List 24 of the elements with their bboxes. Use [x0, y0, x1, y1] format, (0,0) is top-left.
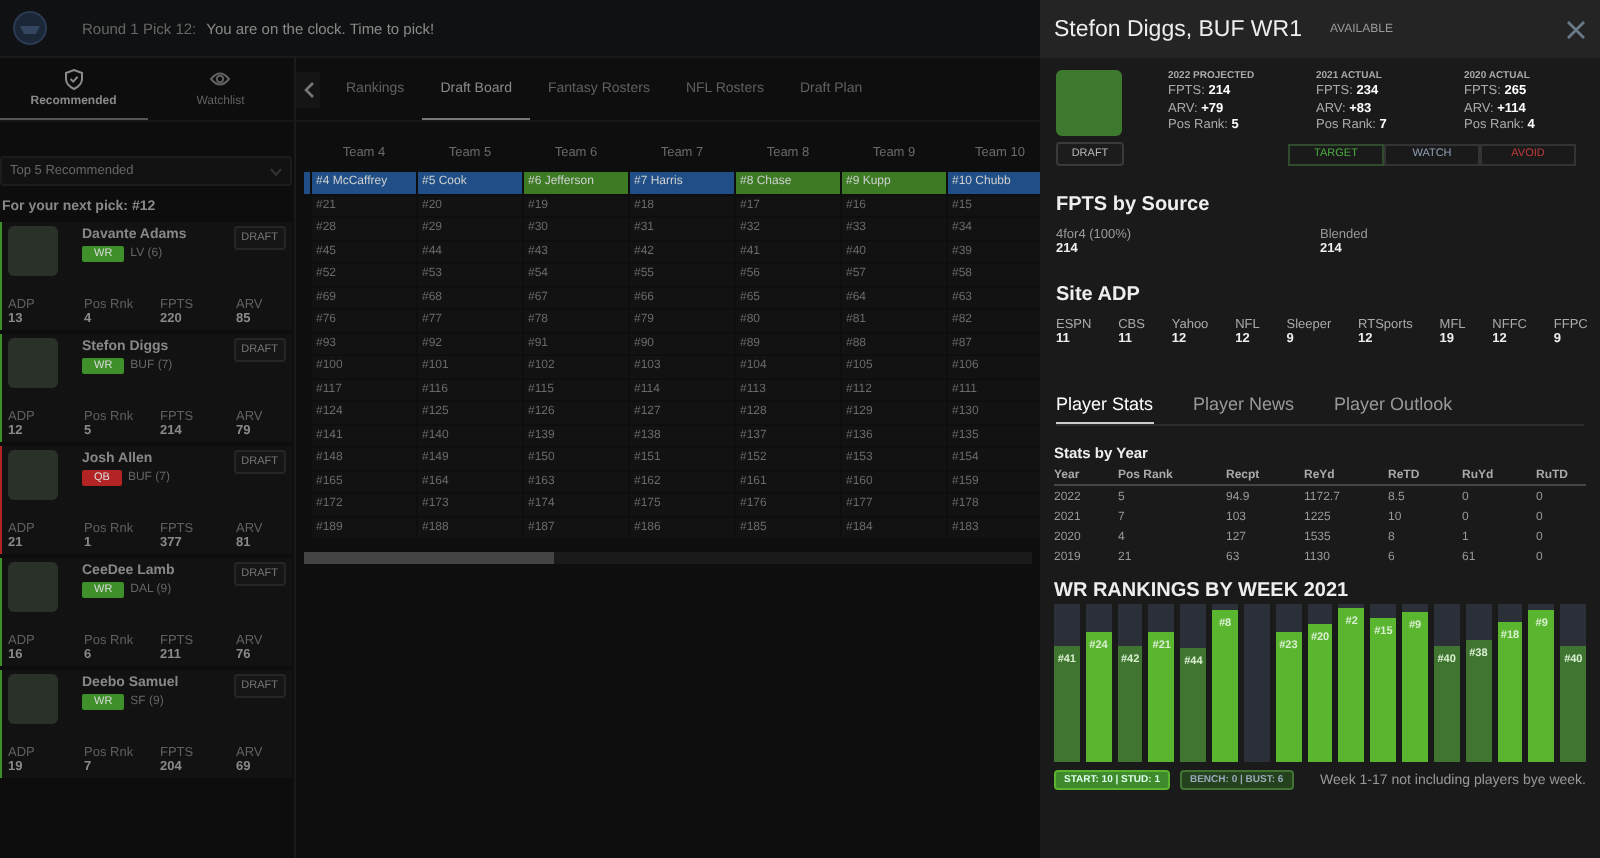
close-icon: [1566, 19, 1586, 39]
photo-placeholder: [8, 562, 58, 612]
row-marker: [304, 172, 310, 193]
close-button[interactable]: [1566, 19, 1586, 39]
back-button[interactable]: [296, 71, 320, 107]
caret-icon: [270, 167, 282, 175]
scrollbar[interactable]: [304, 552, 1032, 564]
scrollbar-thumb[interactable]: [304, 552, 554, 564]
section-title: FPTS by Source: [1054, 192, 1212, 220]
chevron-left-icon: [303, 81, 313, 97]
photo-placeholder: [8, 226, 58, 276]
photo-placeholder: [8, 674, 58, 724]
eye-icon: [210, 68, 231, 90]
chart-title: WR RANKINGS BY WEEK 2021: [1052, 578, 1351, 602]
player-title: Stefon Diggs, BUF WR1: [1054, 17, 1302, 41]
logo-icon: [12, 10, 48, 46]
panel-tab[interactable]: Player Stats: [1056, 390, 1154, 424]
photo-placeholder: [1056, 70, 1122, 136]
section-title: Site ADP: [1054, 282, 1142, 310]
panel-tab[interactable]: Player Outlook: [1334, 390, 1453, 424]
photo-placeholder: [8, 450, 58, 500]
shield-icon: [63, 68, 84, 90]
photo-placeholder: [8, 338, 58, 388]
panel-tab[interactable]: Player News: [1193, 390, 1295, 424]
